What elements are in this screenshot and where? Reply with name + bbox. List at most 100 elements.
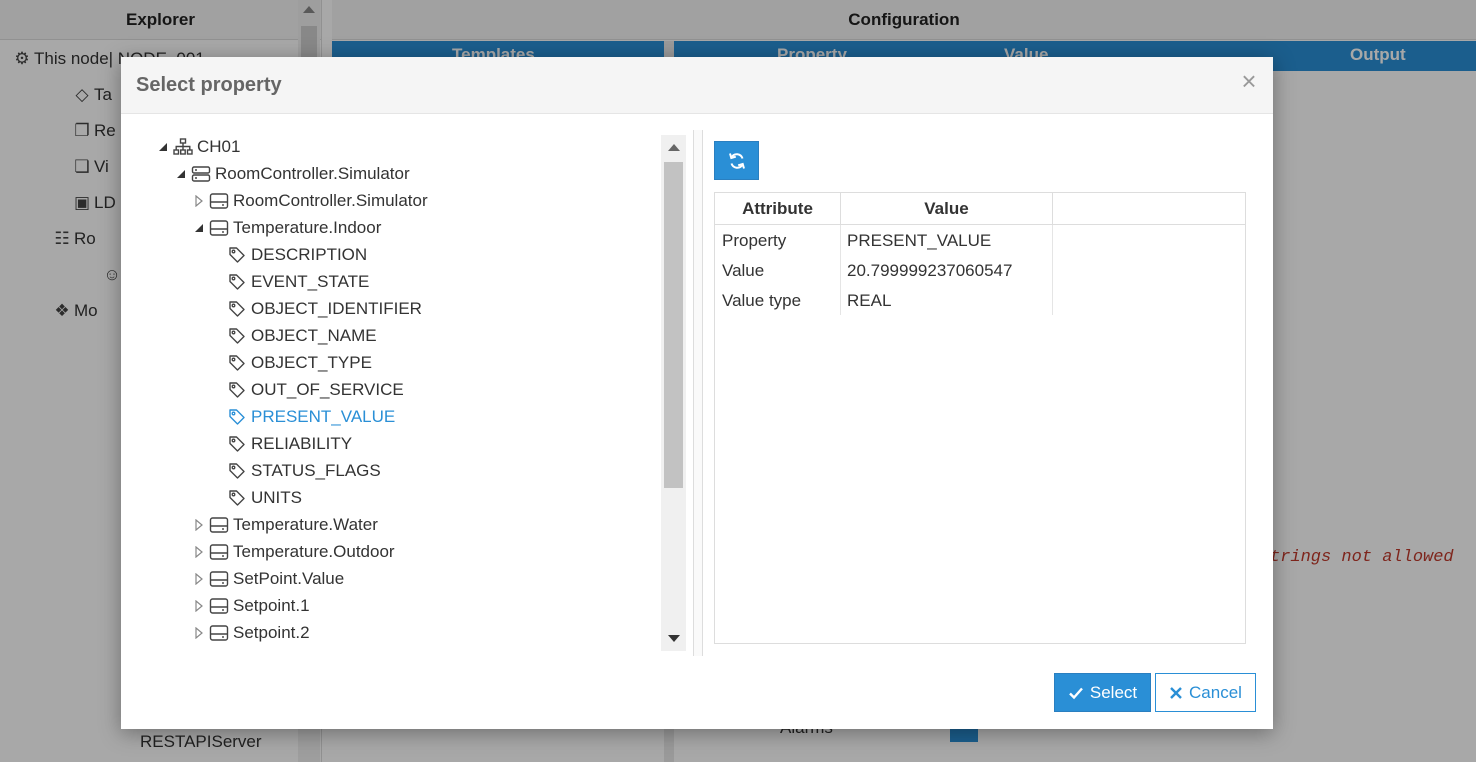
tree-scrollbar[interactable] [661,135,686,651]
tree-node[interactable]: RoomController.Simulator [171,160,410,187]
select-property-dialog: Select property × CH01 RoomController.Sim… [121,57,1273,729]
tree-node-label: UNITS [251,488,302,507]
expanded-arrow-icon[interactable] [189,214,209,241]
collapsed-arrow-icon[interactable] [189,619,209,646]
select-button-label: Select [1089,682,1138,702]
collapsed-arrow-icon[interactable] [189,592,209,619]
tag-icon [227,430,247,457]
tree-node[interactable]: OBJECT_NAME [207,322,377,349]
tag-icon [227,349,247,376]
tree-node[interactable]: UNITS [207,484,302,511]
collapsed-arrow-icon[interactable] [189,565,209,592]
tree-node[interactable]: Temperature.Indoor [189,214,381,241]
tree-node[interactable]: OBJECT_TYPE [207,349,372,376]
expanded-arrow-icon[interactable] [153,133,173,160]
panel-splitter[interactable] [693,130,703,656]
collapsed-arrow-icon[interactable] [189,511,209,538]
select-button[interactable]: Select [1054,673,1151,712]
tree-node-label: OBJECT_TYPE [251,353,372,372]
column-header-attribute[interactable]: Attribute [715,193,841,225]
tag-icon [227,376,247,403]
tree-node-label: RoomController.Simulator [233,191,428,210]
tag-icon [227,484,247,511]
tree-node-label: STATUS_FLAGS [251,461,381,480]
close-icon[interactable]: × [1237,68,1261,94]
tree-node[interactable]: Temperature.Outdoor [189,538,395,565]
tree-node-label: EVENT_STATE [251,272,370,291]
device-icon [209,511,229,538]
tree-node-label: SetPoint.Value [233,569,345,588]
sitemap-icon [173,133,193,160]
tree-node[interactable]: Setpoint.1 [189,592,310,619]
attribute-value: REAL [847,291,892,310]
tree-node[interactable]: DESCRIPTION [207,241,367,268]
tree-node[interactable]: PRESENT_VALUE [207,403,395,430]
tree-node-label: PRESENT_VALUE [251,407,396,426]
attributes-table: Attribute Value Property PRESENT_VALUE V… [714,192,1246,644]
scrollbar-thumb[interactable] [664,162,683,488]
tree-node-label: DESCRIPTION [251,245,368,264]
check-icon [1069,687,1083,699]
tree-node[interactable]: RoomController.Simulator [189,187,428,214]
tree-node[interactable]: OUT_OF_SERVICE [207,376,404,403]
tag-icon [227,241,247,268]
device-icon [209,214,229,241]
tag-icon [227,322,247,349]
tree-node[interactable]: Setpoint.2 [189,619,310,646]
tree-node[interactable]: SetPoint.Value [189,565,344,592]
device-icon [209,619,229,646]
scroll-down-icon[interactable] [668,635,680,642]
dialog-header: Select property × [121,57,1273,114]
tree-node[interactable]: Temperature.Water [189,511,378,538]
dialog-title: Select property [136,74,282,96]
tree-node-label: Temperature.Indoor [233,218,382,237]
attribute-value: 20.799999237060547 [847,261,1013,280]
tree-node-label: Setpoint.1 [233,596,310,615]
tag-icon [227,268,247,295]
refresh-button[interactable] [714,141,759,180]
device-icon [209,565,229,592]
attribute-name: Value type [722,291,802,310]
table-row[interactable]: Property PRESENT_VALUE [715,226,1245,256]
device-icon [209,592,229,619]
refresh-icon [728,152,745,169]
attribute-value: PRESENT_VALUE [847,231,992,250]
tree-node-label: Temperature.Water [233,515,378,534]
attribute-name: Value [722,261,765,280]
tag-icon [227,295,247,322]
attributes-table-header: Attribute Value [715,193,1245,225]
cancel-button[interactable]: Cancel [1155,673,1256,712]
tag-icon [227,403,247,430]
column-header-value[interactable]: Value [841,193,1053,225]
table-row[interactable]: Value type REAL [715,286,1245,316]
table-row[interactable]: Value 20.799999237060547 [715,256,1245,286]
tree-node[interactable]: CH01 [153,133,240,160]
tree-node[interactable]: STATUS_FLAGS [207,457,381,484]
device-icon [209,187,229,214]
tag-icon [227,457,247,484]
tree-node[interactable]: OBJECT_IDENTIFIER [207,295,422,322]
tree-node[interactable]: EVENT_STATE [207,268,369,295]
property-tree: CH01 RoomController.Simulator RoomControll… [141,133,687,653]
attribute-name: Property [722,231,787,250]
cross-icon [1170,686,1182,699]
tree-node-label: CH01 [197,137,241,156]
tree-node-label: Setpoint.2 [233,623,310,642]
cancel-button-label: Cancel [1189,682,1242,702]
expanded-arrow-icon[interactable] [171,160,191,187]
tree-node-label: OBJECT_IDENTIFIER [251,299,422,318]
collapsed-arrow-icon[interactable] [189,538,209,565]
scroll-up-icon[interactable] [668,144,680,151]
tree-node[interactable]: RELIABILITY [207,430,352,457]
collapsed-arrow-icon[interactable] [189,187,209,214]
